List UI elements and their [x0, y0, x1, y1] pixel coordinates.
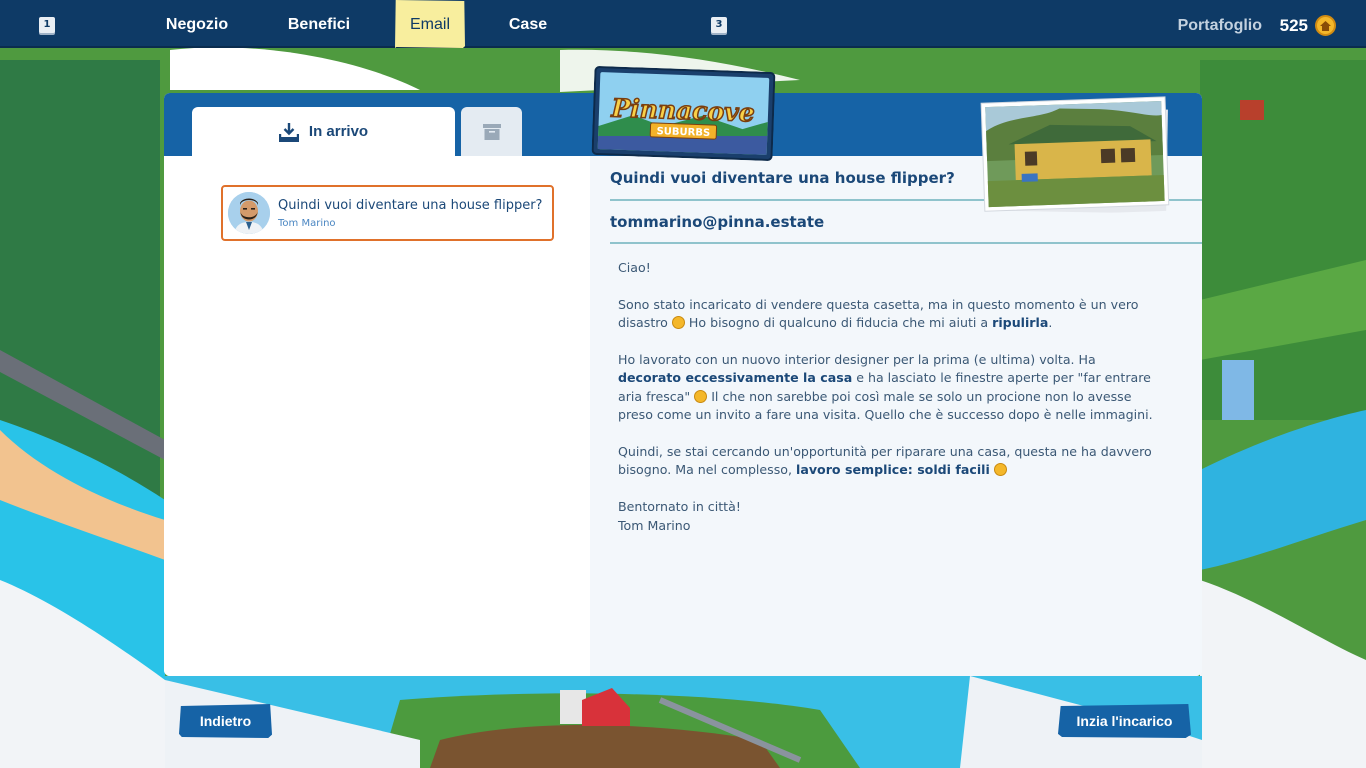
email-subject-heading: Quindi vuoi diventare una house flipper?	[610, 169, 955, 187]
email-sender-address: tommarino@pinna.estate	[610, 213, 825, 231]
tab-case[interactable]: Case	[498, 0, 558, 48]
next-tab-key-hint: 3	[711, 17, 727, 33]
top-navigation-bar: 1 Negozio Benefici Email Case 3 Portafog…	[0, 0, 1366, 48]
email-paragraph-1: Sono stato incaricato di vendere questa …	[618, 296, 1139, 331]
back-button[interactable]: Indietro	[179, 704, 272, 738]
tab-benefici[interactable]: Benefici	[276, 0, 362, 48]
logo-subtitle: SUBURBS	[656, 126, 710, 139]
email-paragraph-3: Quindi, se stai cercando un'opportunità …	[618, 444, 1152, 478]
archive-tab[interactable]	[461, 107, 522, 156]
email-body: Ciao! Sono stato incaricato di vendere q…	[618, 259, 1158, 535]
pinnacove-logo: Pinnacove SUBURBS	[591, 66, 776, 161]
email-list-item-subject: Quindi vuoi diventare una house flipper?	[278, 198, 543, 213]
inbox-download-icon	[278, 122, 299, 142]
sender-avatar	[228, 192, 270, 234]
email-list-item-sender: Tom Marino	[278, 218, 336, 229]
tab-negozio[interactable]: Negozio	[155, 0, 239, 48]
email-closing: Bentornato in città!	[618, 499, 741, 515]
start-job-button[interactable]: Inzia l'incarico	[1058, 704, 1191, 738]
prev-tab-key-hint: 1	[39, 17, 55, 33]
email-signature: Tom Marino	[618, 517, 691, 533]
archive-box-icon	[482, 123, 501, 140]
house-coin-icon	[1315, 15, 1336, 36]
house-photo-stack	[979, 95, 1173, 218]
wallet-label: Portafoglio	[1177, 17, 1262, 34]
email-greeting: Ciao!	[618, 260, 651, 275]
wink-emoji-icon	[993, 463, 1007, 477]
tab-email[interactable]: Email	[395, 0, 465, 48]
logo-title: Pinnacove	[610, 93, 755, 127]
worried-emoji-icon	[671, 316, 685, 330]
sender-divider	[610, 242, 1202, 244]
email-paragraph-2: Ho lavorato con un nuovo interior design…	[618, 352, 1153, 423]
inbox-tab[interactable]: In arrivo	[192, 107, 455, 156]
email-list-item[interactable]: Quindi vuoi diventare una house flipper?…	[221, 185, 554, 241]
wallet-balance: 525	[1279, 16, 1308, 35]
inbox-tab-label: In arrivo	[308, 123, 369, 140]
eye-roll-emoji-icon	[694, 389, 708, 403]
